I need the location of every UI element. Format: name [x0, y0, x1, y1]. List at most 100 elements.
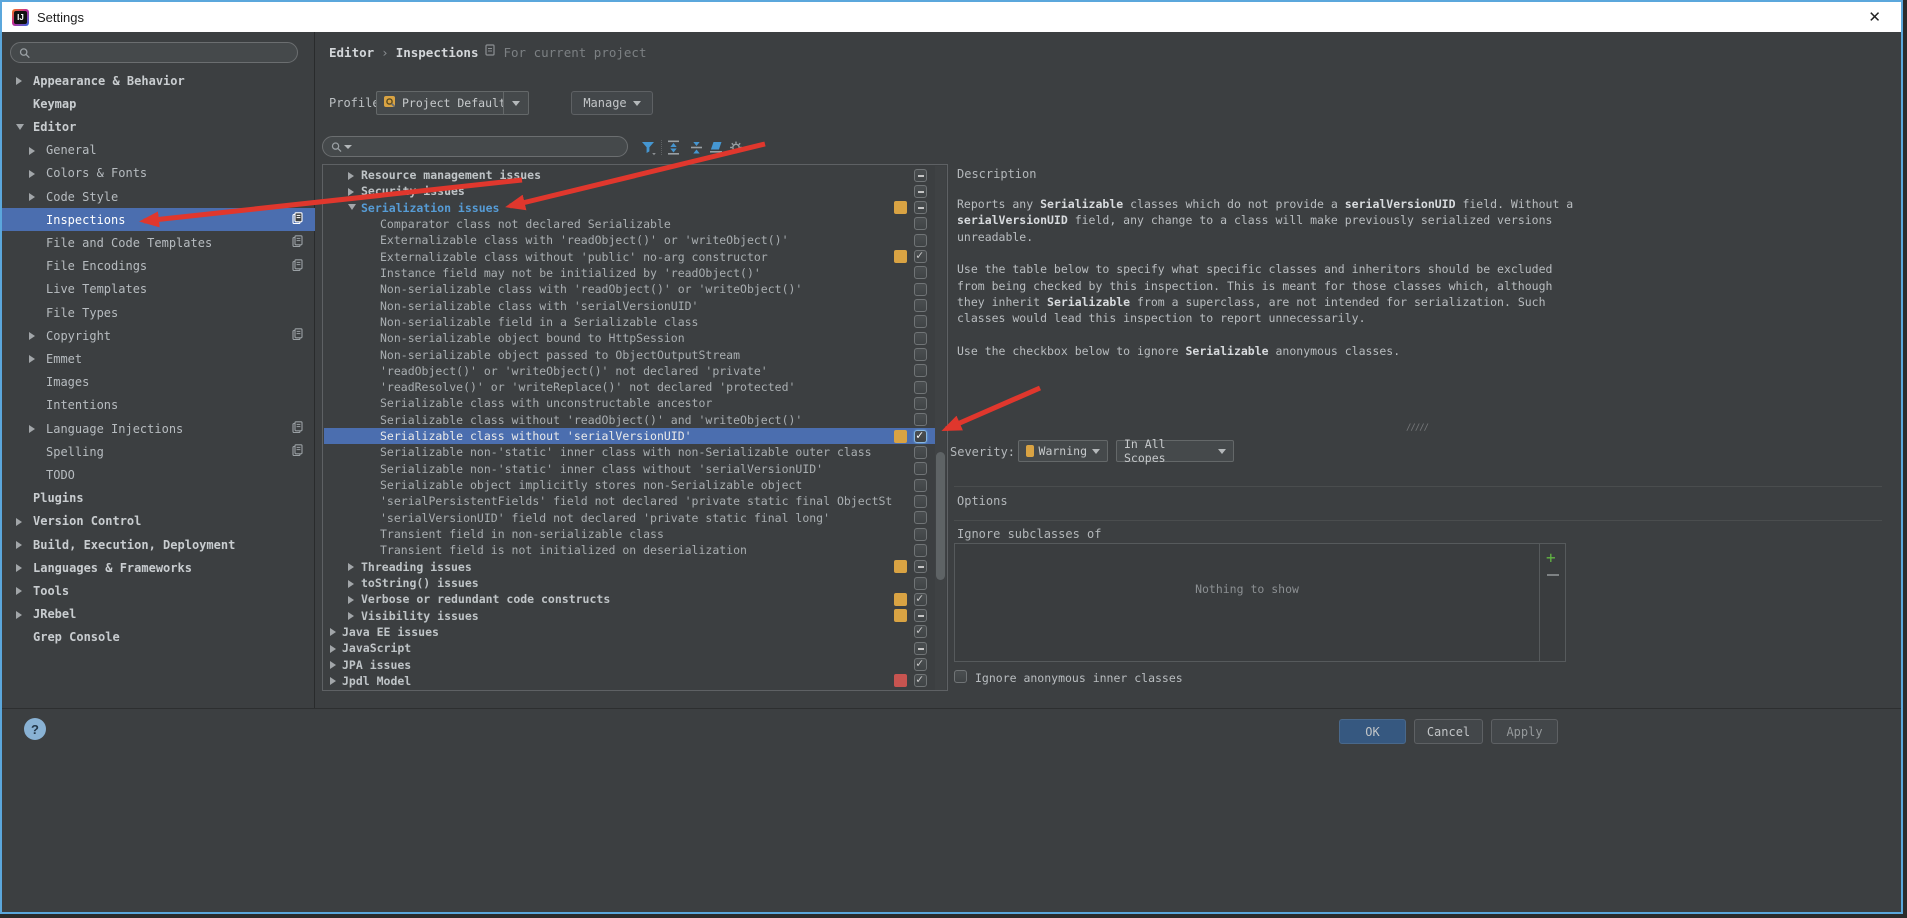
sidebar-item-file-and-code-templates[interactable]: File and Code Templates — [2, 231, 315, 254]
apply-button[interactable]: Apply — [1491, 719, 1558, 744]
inspection-row[interactable]: 'readObject()' or 'writeObject()' not de… — [324, 363, 936, 379]
inspection-checkbox[interactable] — [914, 364, 927, 377]
sidebar-search[interactable] — [10, 42, 298, 63]
inspection-row[interactable]: Verbose or redundant code constructs — [324, 591, 936, 607]
inspection-row[interactable]: 'serialPersistentFields' field not decla… — [324, 493, 936, 509]
reset-eraser-icon[interactable] — [708, 139, 725, 156]
inspection-checkbox[interactable] — [914, 332, 927, 345]
severity-combobox[interactable]: Warning — [1018, 440, 1108, 462]
chevron-right-icon[interactable] — [29, 425, 35, 433]
inspections-search-input[interactable] — [356, 139, 619, 155]
chevron-right-icon[interactable] — [16, 518, 22, 526]
inspection-checkbox[interactable] — [914, 397, 927, 410]
inspection-row[interactable]: Threading issues — [324, 559, 936, 575]
chevron-right-icon[interactable] — [29, 147, 35, 155]
sidebar-item-copyright[interactable]: Copyright — [2, 324, 315, 347]
sidebar-item-tools[interactable]: Tools — [2, 579, 315, 602]
sidebar-item-file-types[interactable]: File Types — [2, 301, 315, 324]
inspection-checkbox[interactable] — [914, 250, 927, 263]
breadcrumb-editor[interactable]: Editor — [329, 45, 374, 60]
sidebar-item-live-templates[interactable]: Live Templates — [2, 278, 315, 301]
inspection-row[interactable]: toString() issues — [324, 575, 936, 591]
inspection-checkbox[interactable] — [914, 299, 927, 312]
ignore-anonymous-label[interactable]: Ignore anonymous inner classes — [975, 671, 1183, 685]
chevron-right-icon[interactable] — [348, 612, 354, 620]
inspection-row[interactable]: JPA issues — [324, 657, 936, 673]
inspection-checkbox[interactable] — [914, 413, 927, 426]
inspection-row[interactable]: Serializable class without 'serialVersio… — [324, 428, 936, 444]
chevron-right-icon[interactable] — [330, 677, 336, 685]
chevron-down-icon[interactable] — [348, 204, 356, 210]
inspection-checkbox[interactable] — [914, 528, 927, 541]
inspection-row[interactable]: Serializable class without 'readObject()… — [324, 412, 936, 428]
sidebar-item-languages-frameworks[interactable]: Languages & Frameworks — [2, 556, 315, 579]
sidebar-item-version-control[interactable]: Version Control — [2, 510, 315, 533]
inspection-row[interactable]: Transient field is not initialized on de… — [324, 542, 936, 558]
ignore-subclasses-list[interactable]: Nothing to show + — [954, 543, 1566, 662]
chevron-right-icon[interactable] — [16, 77, 22, 85]
sidebar-item-code-style[interactable]: Code Style — [2, 185, 315, 208]
inspection-checkbox[interactable] — [914, 674, 927, 687]
chevron-right-icon[interactable] — [348, 172, 354, 180]
inspection-checkbox[interactable] — [914, 201, 927, 214]
gear-icon[interactable] — [728, 139, 752, 156]
sidebar-item-file-encodings[interactable]: File Encodings — [2, 255, 315, 278]
inspection-row[interactable]: Comparator class not declared Serializab… — [324, 216, 936, 232]
inspection-checkbox[interactable] — [914, 381, 927, 394]
inspection-row[interactable]: Resource management issues — [324, 167, 936, 183]
help-button[interactable]: ? — [24, 718, 46, 740]
inspection-checkbox[interactable] — [914, 625, 927, 638]
inspection-row[interactable]: Transient field in non-serializable clas… — [324, 526, 936, 542]
inspection-checkbox[interactable] — [914, 169, 927, 182]
inspection-row[interactable]: Serializable non-'static' inner class wi… — [324, 444, 936, 460]
manage-button[interactable]: Manage — [571, 91, 653, 115]
inspection-row[interactable]: Java EE issues — [324, 624, 936, 640]
inspection-checkbox[interactable] — [914, 315, 927, 328]
inspection-row[interactable]: Jpdl Model — [324, 673, 936, 689]
inspection-row[interactable]: Non-serializable object bound to HttpSes… — [324, 330, 936, 346]
sidebar-search-input[interactable] — [35, 45, 289, 61]
chevron-right-icon[interactable] — [16, 564, 22, 572]
close-icon[interactable]: ✕ — [1862, 6, 1887, 28]
chevron-right-icon[interactable] — [348, 563, 354, 571]
inspection-row[interactable]: Serialization issues — [324, 200, 936, 216]
sidebar-item-inspections[interactable]: Inspections — [2, 208, 315, 231]
chevron-right-icon[interactable] — [348, 188, 354, 196]
inspection-checkbox[interactable] — [914, 544, 927, 557]
sidebar-item-grep-console[interactable]: Grep Console — [2, 626, 315, 649]
cancel-button[interactable]: Cancel — [1414, 719, 1483, 744]
chevron-right-icon[interactable] — [29, 355, 35, 363]
sidebar-item-build-execution-deployment[interactable]: Build, Execution, Deployment — [2, 533, 315, 556]
chevron-right-icon[interactable] — [330, 645, 336, 653]
splitter-grip[interactable]: ///// — [1406, 423, 1428, 433]
expand-all-icon[interactable] — [665, 139, 682, 156]
sidebar-item-keymap[interactable]: Keymap — [2, 92, 315, 115]
chevron-right-icon[interactable] — [330, 661, 336, 669]
inspection-row[interactable]: Non-serializable field in a Serializable… — [324, 314, 936, 330]
inspection-row[interactable]: Non-serializable object passed to Object… — [324, 347, 936, 363]
sidebar-item-images[interactable]: Images — [2, 371, 315, 394]
add-class-button[interactable]: + — [1546, 550, 1556, 566]
inspection-checkbox[interactable] — [914, 234, 927, 247]
inspection-row[interactable]: 'serialVersionUID' field not declared 'p… — [324, 510, 936, 526]
inspection-row[interactable]: 'readResolve()' or 'writeReplace()' not … — [324, 379, 936, 395]
remove-class-button[interactable] — [1547, 574, 1559, 576]
inspection-row[interactable]: Serializable object implicitly stores no… — [324, 477, 936, 493]
chevron-right-icon[interactable] — [29, 193, 35, 201]
scope-combobox[interactable]: In All Scopes — [1116, 440, 1234, 462]
sidebar-item-appearance-behavior[interactable]: Appearance & Behavior — [2, 69, 315, 92]
profile-combobox[interactable]: Project Default — [376, 91, 529, 115]
scrollbar-thumb[interactable] — [936, 452, 945, 580]
inspection-checkbox[interactable] — [914, 283, 927, 296]
chevron-down-icon[interactable] — [503, 92, 528, 114]
chevron-right-icon[interactable] — [330, 628, 336, 636]
inspection-checkbox[interactable] — [914, 430, 927, 443]
chevron-right-icon[interactable] — [29, 170, 35, 178]
inspection-checkbox[interactable] — [914, 577, 927, 590]
chevron-right-icon[interactable] — [16, 541, 22, 549]
sidebar-item-editor[interactable]: Editor — [2, 115, 315, 138]
sidebar-item-jrebel[interactable]: JRebel — [2, 603, 315, 626]
inspection-checkbox[interactable] — [914, 609, 927, 622]
search-history-icon[interactable] — [344, 145, 352, 149]
sidebar-item-colors-fonts[interactable]: Colors & Fonts — [2, 162, 315, 185]
